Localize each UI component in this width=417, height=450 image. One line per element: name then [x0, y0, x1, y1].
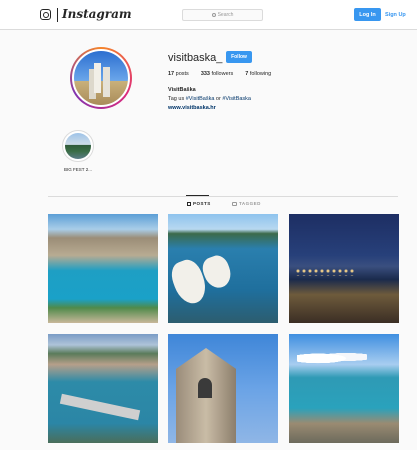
- search-placeholder: Search: [217, 12, 234, 18]
- bell-window-shape: [198, 378, 212, 398]
- avatar-image: [72, 49, 130, 107]
- profile-stats: 17 posts 333 followers 7 following: [168, 71, 271, 77]
- post-thumbnail[interactable]: [168, 214, 278, 323]
- profile-website-link[interactable]: www.visitbaska.hr: [168, 105, 216, 111]
- signup-link[interactable]: Sign Up: [385, 8, 406, 21]
- search-input[interactable]: Search: [182, 9, 263, 21]
- following-count[interactable]: 7 following: [245, 71, 271, 77]
- tab-tagged[interactable]: TAGGED: [232, 201, 261, 206]
- instagram-wordmark[interactable]: Instagram: [62, 7, 132, 21]
- post-thumbnail[interactable]: [289, 214, 399, 323]
- profile-full-name: VisitBaška: [168, 87, 196, 93]
- story-highlight[interactable]: [62, 130, 94, 162]
- search-icon: [211, 13, 216, 17]
- active-tab-indicator: [186, 195, 209, 196]
- profile-bio: Tag us #VisitBaška or #VisitBaska: [168, 96, 251, 102]
- clouds-shape: [297, 350, 367, 364]
- post-thumbnail[interactable]: [48, 334, 158, 443]
- post-thumbnail[interactable]: [48, 214, 158, 323]
- followers-count[interactable]: 333 followers: [201, 71, 233, 77]
- follow-button[interactable]: Follow: [226, 51, 252, 63]
- logo-divider: [57, 8, 58, 22]
- tag-icon: [232, 201, 237, 206]
- highlight-label: BIG FEST 2...: [64, 167, 92, 172]
- profile-username: visitbaska_: [168, 52, 223, 64]
- highlight-cover-image: [65, 133, 91, 159]
- posts-count: 17 posts: [168, 71, 189, 77]
- post-thumbnail[interactable]: [168, 334, 278, 443]
- tabs-divider: [48, 196, 398, 197]
- grid-icon: [187, 201, 191, 206]
- town-lights: [295, 268, 355, 276]
- top-navigation-bar: Instagram Search Log In Sign Up: [0, 0, 417, 30]
- hashtag-link[interactable]: #VisitBaška: [186, 96, 215, 102]
- pier-shape: [59, 393, 141, 421]
- hashtag-link[interactable]: #VisitBaska: [222, 96, 251, 102]
- post-thumbnail[interactable]: [289, 334, 399, 443]
- profile-avatar[interactable]: [70, 47, 132, 109]
- tab-posts[interactable]: POSTS: [187, 201, 211, 206]
- login-button[interactable]: Log In: [354, 8, 381, 21]
- instagram-logo-icon[interactable]: [40, 9, 51, 20]
